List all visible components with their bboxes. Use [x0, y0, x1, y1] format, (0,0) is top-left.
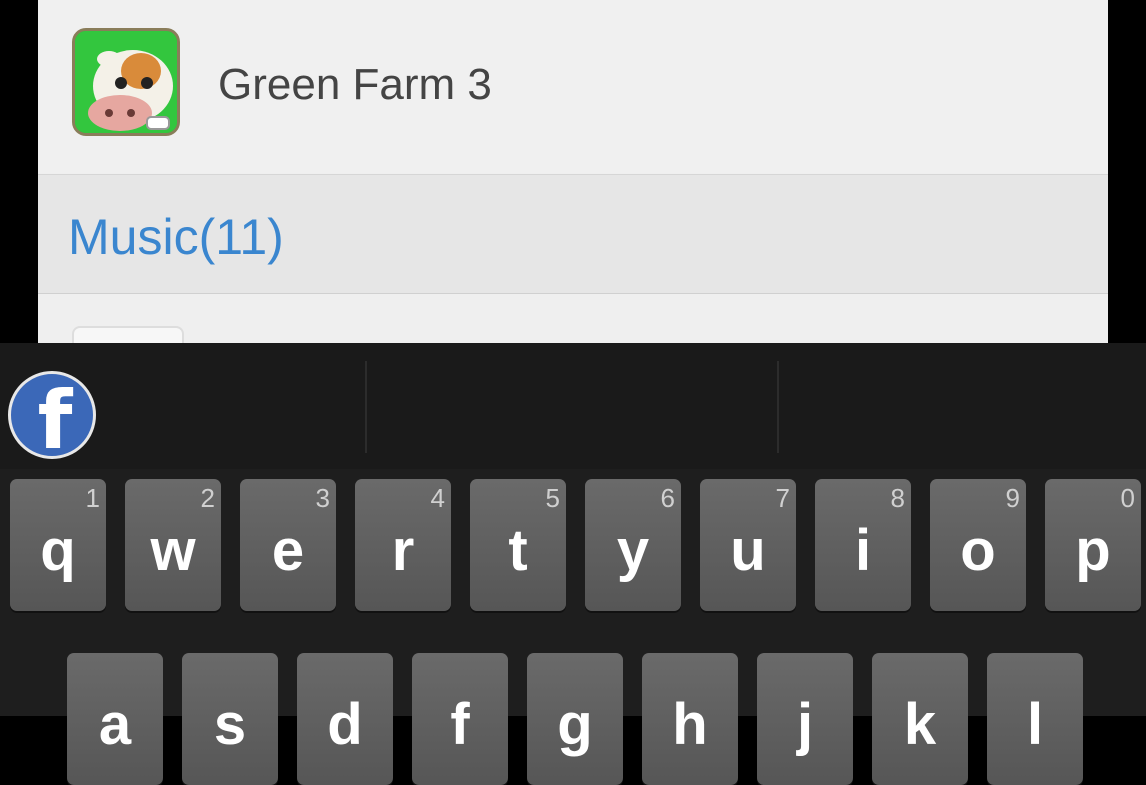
- key-q[interactable]: 1q: [10, 479, 106, 611]
- key-a[interactable]: a: [67, 653, 163, 785]
- key-letter: q: [40, 518, 76, 583]
- key-letter: h: [672, 692, 708, 757]
- key-f[interactable]: f: [412, 653, 508, 785]
- key-letter: k: [903, 692, 937, 757]
- key-letter: u: [730, 518, 766, 583]
- section-label: Music(11): [68, 209, 284, 265]
- key-letter: r: [391, 518, 415, 583]
- key-hint: 1: [85, 483, 100, 513]
- key-hint: 6: [660, 483, 675, 513]
- key-j[interactable]: j: [757, 653, 853, 785]
- key-y[interactable]: 6y: [585, 479, 681, 611]
- key-letter: w: [150, 518, 196, 583]
- key-u[interactable]: 7u: [700, 479, 796, 611]
- key-hint: 0: [1120, 483, 1135, 513]
- green-farm-app-icon: [72, 28, 180, 136]
- key-hint: 3: [315, 483, 330, 513]
- soft-keyboard: f 1q2w3e4r5t6y7u8i9o0p asdfghjkl: [0, 343, 1146, 785]
- key-e[interactable]: 3e: [240, 479, 336, 611]
- key-p[interactable]: 0p: [1045, 479, 1141, 611]
- key-l[interactable]: l: [987, 653, 1083, 785]
- key-t[interactable]: 5t: [470, 479, 566, 611]
- key-letter: i: [854, 518, 872, 583]
- key-hint: 2: [200, 483, 215, 513]
- key-g[interactable]: g: [527, 653, 623, 785]
- key-letter: y: [616, 518, 650, 583]
- key-o[interactable]: 9o: [930, 479, 1026, 611]
- key-letter: j: [796, 692, 814, 757]
- list-item-partial[interactable]: [38, 294, 1108, 343]
- section-header-music[interactable]: Music(11): [38, 174, 1108, 295]
- key-hint: 8: [890, 483, 905, 513]
- key-hint: 5: [545, 483, 560, 513]
- key-letter: p: [1075, 518, 1111, 583]
- suggestion-strip: f: [0, 343, 1146, 469]
- suggestion-divider: [365, 361, 367, 453]
- app-name: Green Farm 3: [218, 60, 492, 109]
- key-i[interactable]: 8i: [815, 479, 911, 611]
- key-letter: l: [1026, 692, 1044, 757]
- key-letter: t: [508, 518, 528, 583]
- key-d[interactable]: d: [297, 653, 393, 785]
- facebook-icon[interactable]: f: [8, 371, 96, 459]
- key-letter: e: [271, 518, 305, 583]
- key-letter: g: [557, 692, 593, 757]
- key-s[interactable]: s: [182, 653, 278, 785]
- key-w[interactable]: 2w: [125, 479, 221, 611]
- key-k[interactable]: k: [872, 653, 968, 785]
- key-letter: o: [960, 518, 996, 583]
- app-list-panel: Green Farm 3 Music(11): [38, 0, 1108, 343]
- key-letter: a: [98, 692, 132, 757]
- suggestion-divider: [777, 361, 779, 453]
- key-letter: f: [450, 692, 470, 757]
- key-hint: 7: [775, 483, 790, 513]
- key-letter: s: [213, 692, 247, 757]
- key-r[interactable]: 4r: [355, 479, 451, 611]
- key-h[interactable]: h: [642, 653, 738, 785]
- key-letter: d: [327, 692, 363, 757]
- key-hint: 9: [1005, 483, 1020, 513]
- facebook-glyph: f: [37, 374, 73, 459]
- list-item-green-farm-3[interactable]: Green Farm 3: [38, 0, 1108, 173]
- key-hint: 4: [430, 483, 445, 513]
- app-icon: [72, 326, 184, 343]
